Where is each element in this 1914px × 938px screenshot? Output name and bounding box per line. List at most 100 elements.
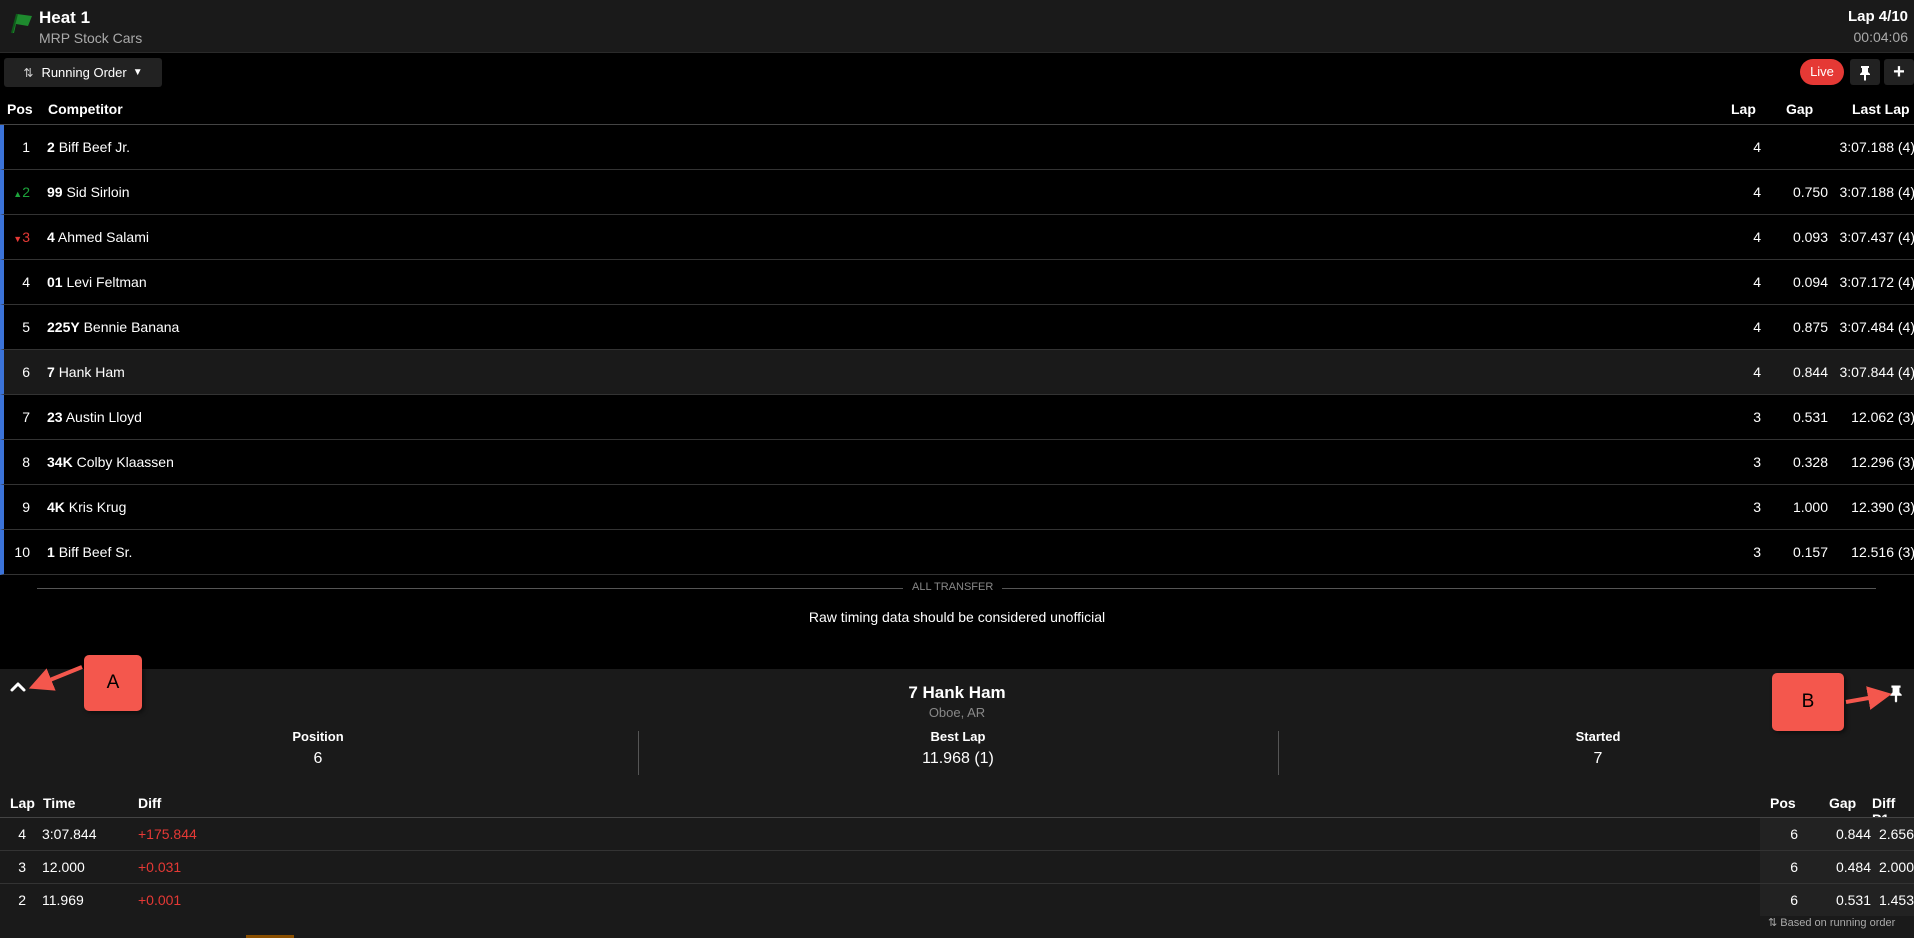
lap-col-diff: Diff [138, 795, 162, 811]
gap: 0.093 [1792, 229, 1828, 245]
add-button[interactable]: + [1884, 59, 1914, 85]
running-order-footnote: ⇅ Based on running order [1768, 917, 1896, 929]
competitor: 2 Biff Beef Jr. [47, 125, 130, 169]
competitor-row[interactable]: 9 4K Kris Krug 3 1.000 12.390 (3) [0, 485, 1914, 530]
lap-time: 12.000 [42, 859, 85, 875]
elapsed-time: 00:04:06 [1853, 29, 1909, 45]
competitor-row[interactable]: 8 34K Colby Klaassen 3 0.328 12.296 (3) [0, 440, 1914, 485]
last-lap: 3:07.437 (4) [1839, 229, 1914, 245]
stat-divider [638, 731, 639, 775]
lap-count: 4 [1753, 184, 1761, 200]
transfer-divider-left [37, 588, 903, 589]
lap-number: 3 [18, 859, 26, 875]
competitor-row[interactable]: ▼3 4 Ahmed Salami 4 0.093 3:07.437 (4) [0, 215, 1914, 260]
lap-row: 4 3:07.844 +175.844 6 0.844 2.656 [0, 818, 1914, 851]
driver-name: Ahmed Salami [57, 229, 149, 245]
lap-count: 4 [1753, 274, 1761, 290]
driver-name: Biff Beef Sr. [58, 544, 133, 560]
competitor-row[interactable]: 10 1 Biff Beef Sr. 3 0.157 12.516 (3) [0, 530, 1914, 575]
race-class: MRP Stock Cars [39, 30, 143, 46]
lap-diff-p1: 2.000 [1878, 859, 1914, 875]
gap: 0.750 [1792, 184, 1828, 200]
running-order-dropdown[interactable]: ⇅ Running Order ▼ [4, 58, 162, 87]
car-number: 99 [47, 184, 63, 200]
running-order-label: Running Order [41, 65, 127, 80]
lap-time: 3:07.844 [42, 826, 97, 842]
last-lap: 12.516 (3) [1851, 544, 1914, 560]
col-competitor-header[interactable]: Competitor [48, 101, 123, 117]
lap-count: 3 [1753, 409, 1761, 425]
competitor-row-selected[interactable]: 6 7 Hank Ham 4 0.844 3:07.844 (4) [0, 350, 1914, 395]
lap-diff: +0.001 [138, 892, 182, 908]
position: 6 [22, 364, 30, 380]
gap: 0.328 [1792, 454, 1828, 470]
car-number: 4 [47, 229, 55, 245]
competitor: 225Y Bennie Banana [47, 305, 179, 349]
transfer-label: ALL TRANSFER [912, 581, 994, 593]
col-last-lap-header[interactable]: Last Lap [1852, 101, 1910, 117]
col-gap-header[interactable]: Gap [1786, 101, 1813, 117]
car-number: 34K [47, 454, 73, 470]
driver-name: Bennie Banana [83, 319, 180, 335]
lap-diff-p1: 2.656 [1878, 826, 1914, 842]
lap-number: 4 [18, 826, 26, 842]
position: ▲2 [13, 184, 30, 200]
car-number: 2 [47, 139, 55, 155]
pin-icon[interactable] [1888, 684, 1904, 703]
car-number: 7 [47, 364, 55, 380]
last-lap: 3:07.188 (4) [1839, 184, 1914, 200]
col-lap-header[interactable]: Lap [1731, 101, 1756, 117]
live-button[interactable]: Live [1800, 59, 1844, 85]
position-down-icon: ▼ [13, 234, 23, 244]
list-order-icon: ⇅ [1768, 917, 1778, 929]
gap: 0.531 [1792, 409, 1828, 425]
lap-col-lap: Lap [10, 795, 35, 811]
detail-competitor-name: 7 Hank Ham [908, 683, 1006, 702]
last-lap: 12.296 (3) [1851, 454, 1914, 470]
competitor: 4 Ahmed Salami [47, 215, 149, 259]
lap-gap: 0.531 [1835, 892, 1871, 908]
transfer-divider-right [1002, 588, 1876, 589]
competitor-row[interactable]: 4 01 Levi Feltman 4 0.094 3:07.172 (4) [0, 260, 1914, 305]
competitor: 01 Levi Feltman [47, 260, 147, 304]
lap-row: 3 12.000 +0.031 6 0.484 2.000 [0, 851, 1914, 884]
competitor-row[interactable]: ▲2 99 Sid Sirloin 4 0.750 3:07.188 (4) [0, 170, 1914, 215]
col-pos-header[interactable]: Pos [7, 101, 33, 117]
position: 7 [22, 409, 30, 425]
lap-diff-p1: 1.453 [1878, 892, 1914, 908]
competitor-row[interactable]: 5 225Y Bennie Banana 4 0.875 3:07.484 (4… [0, 305, 1914, 350]
competitor-row[interactable]: 1 2 Biff Beef Jr. 4 3:07.188 (4) [0, 125, 1914, 170]
car-number: 01 [47, 274, 63, 290]
position: 4 [22, 274, 30, 290]
lap-count: 4 [1753, 364, 1761, 380]
lap-counter: Lap 4/10 [1847, 8, 1908, 25]
stat-divider [1278, 731, 1279, 775]
race-title: Heat 1 [39, 8, 91, 27]
driver-name: Biff Beef Jr. [58, 139, 131, 155]
gap: 1.000 [1792, 499, 1828, 515]
lap-count: 4 [1753, 139, 1761, 155]
lap-diff: +175.844 [138, 826, 197, 842]
competitor: 4K Kris Krug [47, 485, 126, 529]
lap-pos: 6 [1790, 892, 1798, 908]
annotation-callout-a: A [84, 655, 142, 711]
driver-name: Austin Lloyd [65, 409, 142, 425]
lap-col-time: Time [43, 795, 76, 811]
driver-name: Sid Sirloin [66, 184, 130, 200]
caret-down-icon: ▼ [132, 67, 143, 78]
competitor: 34K Colby Klaassen [47, 440, 174, 484]
competitor: 7 Hank Ham [47, 350, 125, 394]
pin-button[interactable] [1850, 59, 1880, 85]
competitor-detail-panel: 7 Hank Ham Oboe, AR Position 6 Best Lap … [0, 669, 1914, 938]
green-flag-icon [11, 13, 32, 34]
competitor-row[interactable]: 7 23 Austin Lloyd 3 0.531 12.062 (3) [0, 395, 1914, 440]
stat-started: Started 7 [1575, 729, 1621, 767]
annotation-callout-b: B [1772, 673, 1844, 731]
race-header: Heat 1 MRP Stock Cars Lap 4/10 00:04:06 [0, 0, 1914, 53]
driver-name: Colby Klaassen [76, 454, 174, 470]
last-lap: 3:07.844 (4) [1839, 364, 1914, 380]
plus-icon: + [1893, 61, 1905, 83]
last-lap: 3:07.484 (4) [1839, 319, 1914, 335]
lap-pos: 6 [1790, 859, 1798, 875]
disclaimer-text: Raw timing data should be considered uno… [808, 609, 1106, 625]
